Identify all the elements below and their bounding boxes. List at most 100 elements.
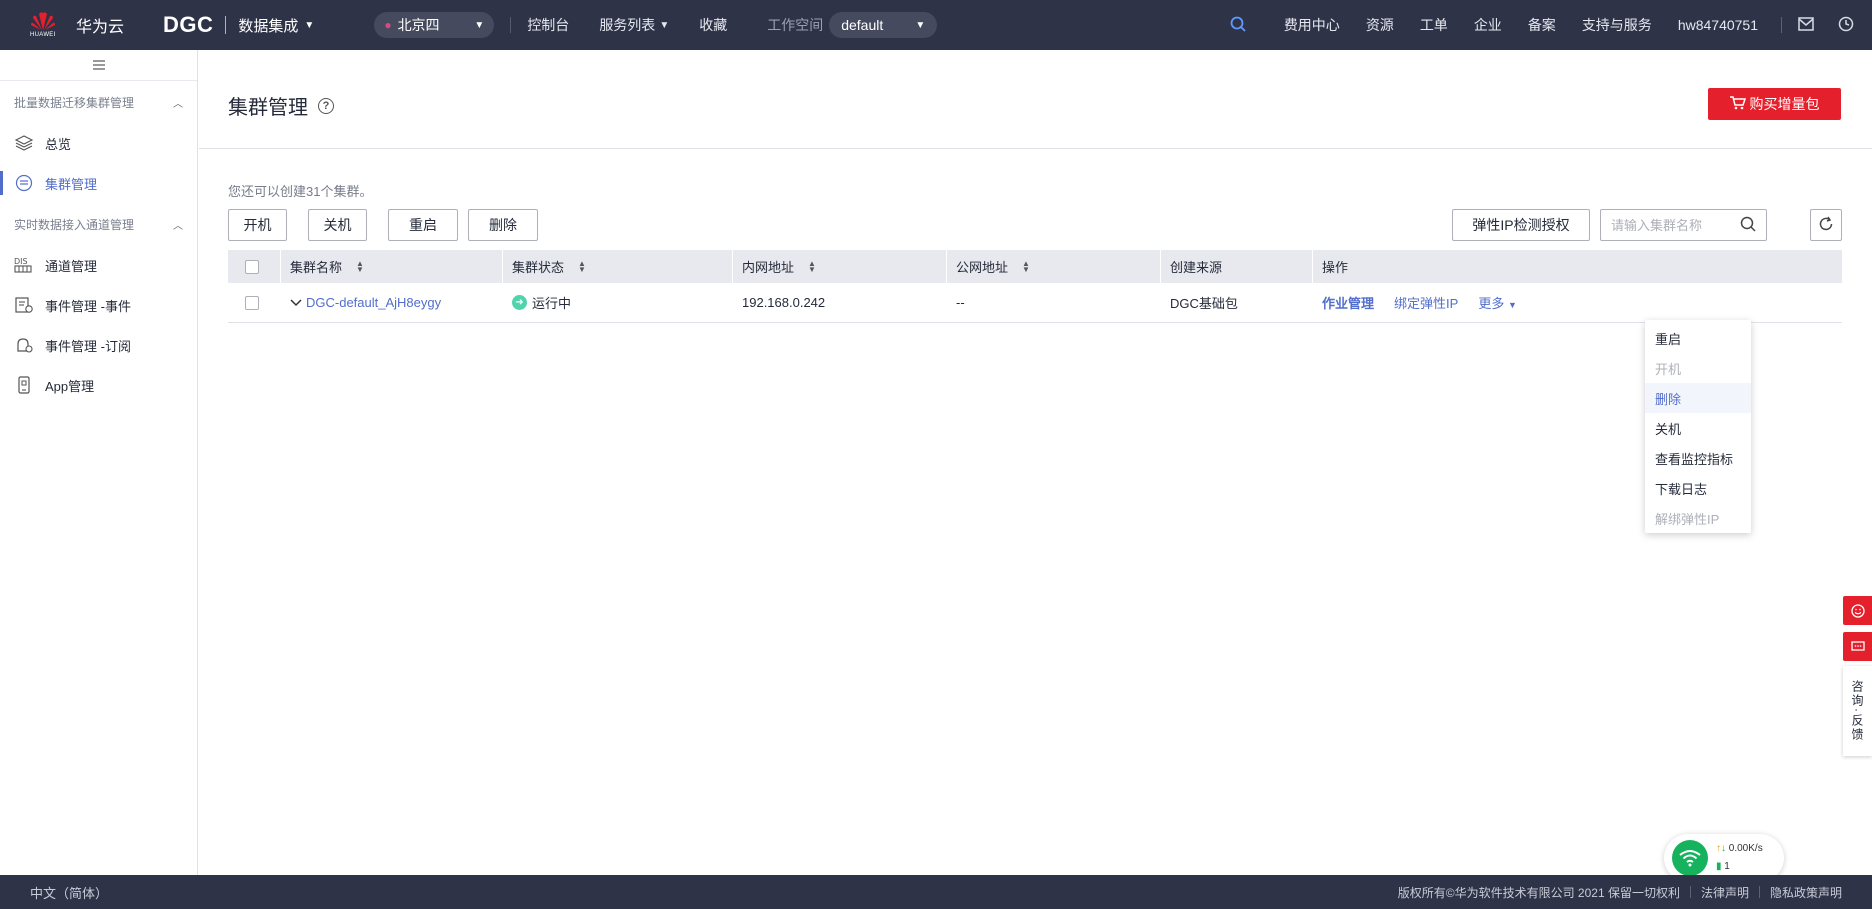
chevron-down-icon[interactable] (290, 295, 302, 310)
column-header-name[interactable]: 集群名称 ▲ ▼ (280, 250, 502, 283)
sort-icon[interactable]: ▲ ▼ (1022, 259, 1030, 273)
column-header-status[interactable]: 集群状态 ▲ ▼ (502, 250, 732, 283)
copyright-text: 版权所有©华为软件技术有限公司 2021 保留一切权利 (1397, 885, 1680, 900)
menu-item-power-off[interactable]: 关机 (1645, 413, 1751, 443)
speed-row: ↑↓ 0.00K/s (1716, 840, 1763, 858)
location-pin-icon: ● (384, 18, 392, 32)
count-row: ▮ 1 (1716, 858, 1763, 876)
network-info: ↑↓ 0.00K/s ▮ 1 (1716, 840, 1763, 876)
nav-icp[interactable]: 备案 (1528, 15, 1556, 35)
sidebar-item-channel-management[interactable]: DIS 通道管理 (0, 245, 197, 285)
cluster-name-link[interactable]: DGC-default_AjH8eygy (306, 295, 441, 310)
battery-icon: ▮ (1716, 861, 1722, 872)
chevron-up-icon: ︿ (173, 98, 183, 110)
nav-separator (510, 17, 512, 33)
column-header-operations: 操作 (1312, 250, 1842, 283)
menu-item-unbind-eip[interactable]: 解绑弹性IP (1645, 503, 1751, 533)
column-header-label: 公网地址 (956, 260, 1009, 275)
help-icon[interactable]: ? (318, 97, 334, 114)
chat-icon[interactable] (1843, 632, 1872, 661)
region-selector[interactable]: ● 北京四 ▼ (374, 12, 495, 38)
select-all-checkbox[interactable] (245, 259, 259, 274)
nav-support[interactable]: 支持与服务 (1582, 15, 1652, 35)
table-row: DGC-default_AjH8eygy ➜ 运行中 192.168.0.242… (228, 283, 1842, 323)
chevron-down-icon: ▼ (474, 19, 485, 31)
svg-text:DIS: DIS (14, 257, 28, 266)
eip-authorize-button[interactable]: 弹性IP检测授权 (1452, 209, 1590, 241)
nav-resources[interactable]: 资源 (1366, 15, 1394, 35)
nav-enterprise[interactable]: 企业 (1474, 15, 1502, 35)
nav-service-list[interactable]: 服务列表 ▼ (599, 15, 669, 35)
nav-tickets[interactable]: 工单 (1420, 15, 1448, 35)
restart-button[interactable]: 重启 (388, 209, 458, 241)
menu-item-delete[interactable]: 删除 (1645, 383, 1751, 413)
menu-item-power-on[interactable]: 开机 (1645, 353, 1751, 383)
cluster-icon (14, 173, 34, 193)
buy-package-label: 购买增量包 (1749, 96, 1820, 112)
nav-console[interactable]: 控制台 (527, 15, 569, 35)
menu-item-view-metrics[interactable]: 查看监控指标 (1645, 443, 1751, 473)
clock-icon[interactable] (1838, 16, 1854, 35)
sort-icon[interactable]: ▲ ▼ (808, 259, 816, 273)
page-title: 集群管理 ? (228, 91, 334, 120)
refresh-button[interactable] (1810, 209, 1842, 241)
username[interactable]: hw84740751 (1678, 17, 1758, 33)
sidebar-item-app-management[interactable]: App管理 (0, 365, 197, 405)
top-nav-bar: HUAWEI 华为云 DGC 数据集成 ▼ ● 北京四 ▼ 控制台 服务列表 ▼… (0, 0, 1872, 50)
column-header-private-ip[interactable]: 内网地址 ▲ ▼ (732, 250, 946, 283)
sidebar-item-event-subscription[interactable]: 事件管理 -订阅 (0, 325, 197, 365)
search-icon[interactable] (1230, 16, 1246, 35)
main-content: 集群管理 ? 购买增量包 您还可以创建31个集群。 开机 关机 重启 删除 弹性… (199, 50, 1872, 875)
sidebar-item-label: 事件管理 -事件 (45, 298, 131, 314)
layers-icon (14, 133, 34, 153)
menu-item-restart[interactable]: 重启 (1645, 323, 1751, 353)
column-header-label: 集群状态 (512, 260, 565, 275)
page-title-text: 集群管理 (228, 97, 308, 119)
sidebar-item-event-events[interactable]: 事件管理 -事件 (0, 285, 197, 325)
feedback-tab[interactable]: 咨询·反馈 (1843, 666, 1872, 756)
chevron-up-icon: ︿ (173, 220, 183, 232)
privacy-link[interactable]: 隐私政策声明 (1770, 884, 1842, 901)
nav-service-list-label: 服务列表 (599, 17, 656, 33)
huawei-cloud-logo[interactable]: HUAWEI 华为云 (30, 10, 160, 40)
sort-icon[interactable]: ▲ ▼ (356, 259, 364, 273)
job-management-link[interactable]: 作业管理 (1322, 293, 1374, 312)
legal-link[interactable]: 法律声明 (1701, 884, 1749, 901)
language-switcher[interactable]: 中文（简体） (30, 883, 108, 902)
search-icon[interactable] (1740, 216, 1756, 235)
sort-icon[interactable]: ▲ ▼ (578, 259, 586, 273)
menu-collapse-icon[interactable] (0, 50, 197, 81)
mail-icon[interactable] (1798, 16, 1814, 34)
nav-separator (1781, 17, 1782, 33)
sidebar-group-realtime-channel[interactable]: 实时数据接入通道管理 ︿ (0, 203, 197, 245)
sidebar-item-overview[interactable]: 总览 (0, 123, 197, 163)
logo-sub-text: HUAWEI (30, 32, 56, 38)
sidebar-item-cluster-management[interactable]: 集群管理 (0, 163, 197, 203)
buy-package-button[interactable]: 购买增量包 (1708, 88, 1841, 120)
column-header-public-ip[interactable]: 公网地址 ▲ ▼ (946, 250, 1160, 283)
more-dropdown[interactable]: 更多 ▼ (1478, 293, 1517, 312)
brand-dgc[interactable]: DGC (163, 12, 213, 38)
sidebar-group-batch-migration[interactable]: 批量数据迁移集群管理 ︿ (0, 81, 197, 123)
product-label: 数据集成 (238, 17, 299, 35)
smiley-icon[interactable] (1843, 596, 1872, 625)
running-status-icon: ➜ (512, 295, 527, 310)
cell-public-ip: -- (956, 295, 965, 310)
sidebar-item-label: 通道管理 (45, 258, 98, 274)
power-off-button[interactable]: 关机 (308, 209, 367, 241)
power-on-button[interactable]: 开机 (228, 209, 287, 241)
dis-icon: DIS (14, 255, 34, 275)
cluster-search-input[interactable] (1611, 217, 1731, 233)
bind-eip-link[interactable]: 绑定弹性IP (1394, 293, 1458, 312)
delete-button[interactable]: 删除 (468, 209, 538, 241)
workspace-selector[interactable]: default ▼ (829, 12, 938, 38)
cell-private-ip: 192.168.0.242 (742, 295, 826, 310)
row-checkbox[interactable] (245, 295, 259, 310)
nav-billing[interactable]: 费用中心 (1284, 15, 1340, 35)
logo-text: 华为云 (76, 19, 125, 36)
column-header-source: 创建来源 (1160, 250, 1312, 283)
menu-item-download-logs[interactable]: 下载日志 (1645, 473, 1751, 503)
sidebar-item-label: 集群管理 (45, 176, 98, 192)
product-switcher[interactable]: 数据集成 ▼ (238, 15, 314, 36)
nav-favorites[interactable]: 收藏 (699, 15, 727, 35)
